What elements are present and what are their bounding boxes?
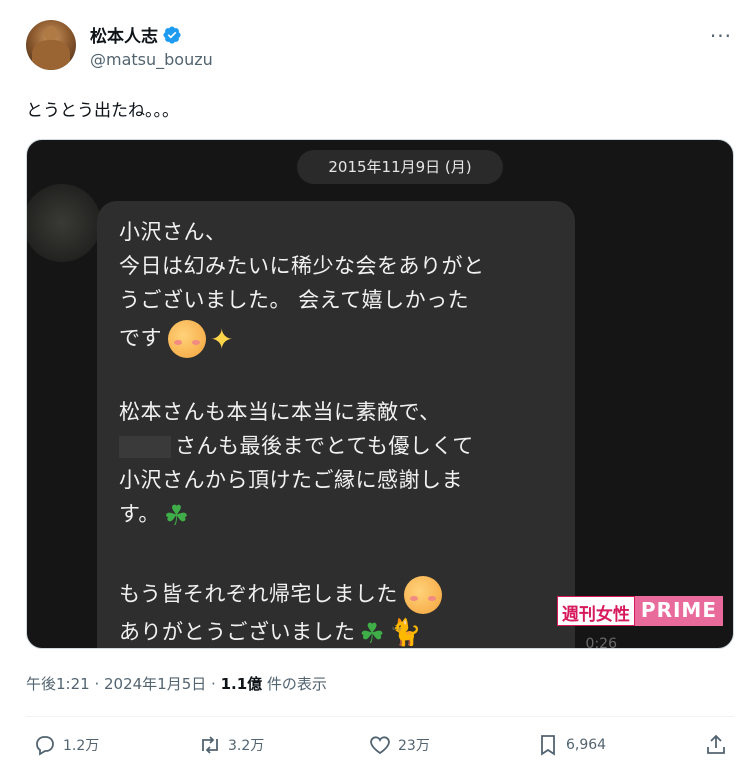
message-line: です <box>119 326 162 350</box>
retweet-count: 3.2万 <box>228 738 265 754</box>
watermark-left: 週刊女性 <box>556 596 635 626</box>
message-line: 小沢さん、 <box>119 220 227 244</box>
heart-icon <box>370 736 390 755</box>
bookmark-count: 6,964 <box>566 737 607 753</box>
message-line-with-redaction: さんも最後までとても優しくて <box>119 430 474 460</box>
verified-badge-icon <box>163 25 181 44</box>
reply-icon <box>36 736 54 756</box>
watermark-right: PRIME <box>634 596 723 626</box>
smiling-face-icon <box>168 320 206 358</box>
author-name-row[interactable]: 松本人志 <box>90 22 182 47</box>
like-count: 23万 <box>398 738 430 754</box>
message-line-with-emoji: です ✦ <box>119 320 234 358</box>
message-line-with-emoji: もう皆それぞれ帰宅しました <box>119 576 442 614</box>
chat-date-pill: 2015年11月9日 (月) <box>297 150 503 184</box>
display-name[interactable]: 松本人志 <box>90 22 158 47</box>
tweet-meta: 午後1:21 · 2024年1月5日 · 1.1億 件の表示 <box>26 673 327 694</box>
divider <box>26 716 734 717</box>
view-count: 1.1億 <box>220 675 263 693</box>
blurred-avatar <box>27 184 101 262</box>
like-button[interactable]: 23万 <box>368 733 430 757</box>
retweet-button[interactable]: 3.2万 <box>198 733 264 757</box>
message-line: ありがとうございました <box>119 620 356 644</box>
message-line: さんも最後までとても優しくて <box>175 434 474 458</box>
share-button[interactable] <box>704 733 728 757</box>
bookmark-button[interactable]: 6,964 <box>536 733 606 757</box>
four-leaf-clover-icon: ☘ <box>163 498 190 532</box>
retweet-icon <box>202 736 218 754</box>
tweet-timestamp[interactable]: 午後1:21 · 2024年1月5日 · <box>26 675 221 693</box>
four-leaf-clover-icon: ☘ <box>359 616 386 649</box>
publisher-watermark: 週刊女性 PRIME <box>556 596 723 626</box>
message-line: もう皆それぞれ帰宅しました <box>119 582 398 606</box>
bookmark-icon <box>541 735 555 756</box>
message-line: す。 <box>119 502 160 526</box>
tweet-media-image[interactable]: 2015年11月9日 (月) 小沢さん、 今日は幻みたいに稀少な会をありがと う… <box>26 139 734 649</box>
author-handle[interactable]: @matsu_bouzu <box>90 50 213 69</box>
view-label: 件の表示 <box>262 675 327 693</box>
redacted-name <box>119 436 171 458</box>
action-bar: 1.2万 3.2万 23万 6,964 <box>0 733 750 763</box>
chat-timestamp: 0:26 <box>585 636 617 649</box>
sparkles-icon: ✦ <box>210 322 234 356</box>
cat-icon: 🐈 <box>389 618 422 648</box>
reply-count: 1.2万 <box>63 738 100 754</box>
message-line: 小沢さんから頂けたご縁に感謝しま <box>119 468 463 492</box>
message-line: うございました。 会えて嬉しかった <box>119 288 470 312</box>
avatar-head-shape <box>44 26 58 41</box>
message-line: 松本さんも本当に本当に素敵で、 <box>119 400 441 424</box>
message-line: 今日は幻みたいに稀少な会をありがと <box>119 254 485 278</box>
reply-button[interactable]: 1.2万 <box>33 733 99 757</box>
more-options-icon[interactable]: ··· <box>710 24 732 48</box>
message-line-with-emoji: す。 ☘ <box>119 498 190 532</box>
avatar-body-shape <box>32 40 70 70</box>
avatar[interactable] <box>26 20 76 70</box>
message-line-with-emoji: ありがとうございました ☘ 🐈 <box>119 616 422 649</box>
share-icon <box>707 734 725 754</box>
tweet-text: とうとう出たね。。。 <box>26 101 179 121</box>
smiling-face-icon <box>403 576 442 614</box>
